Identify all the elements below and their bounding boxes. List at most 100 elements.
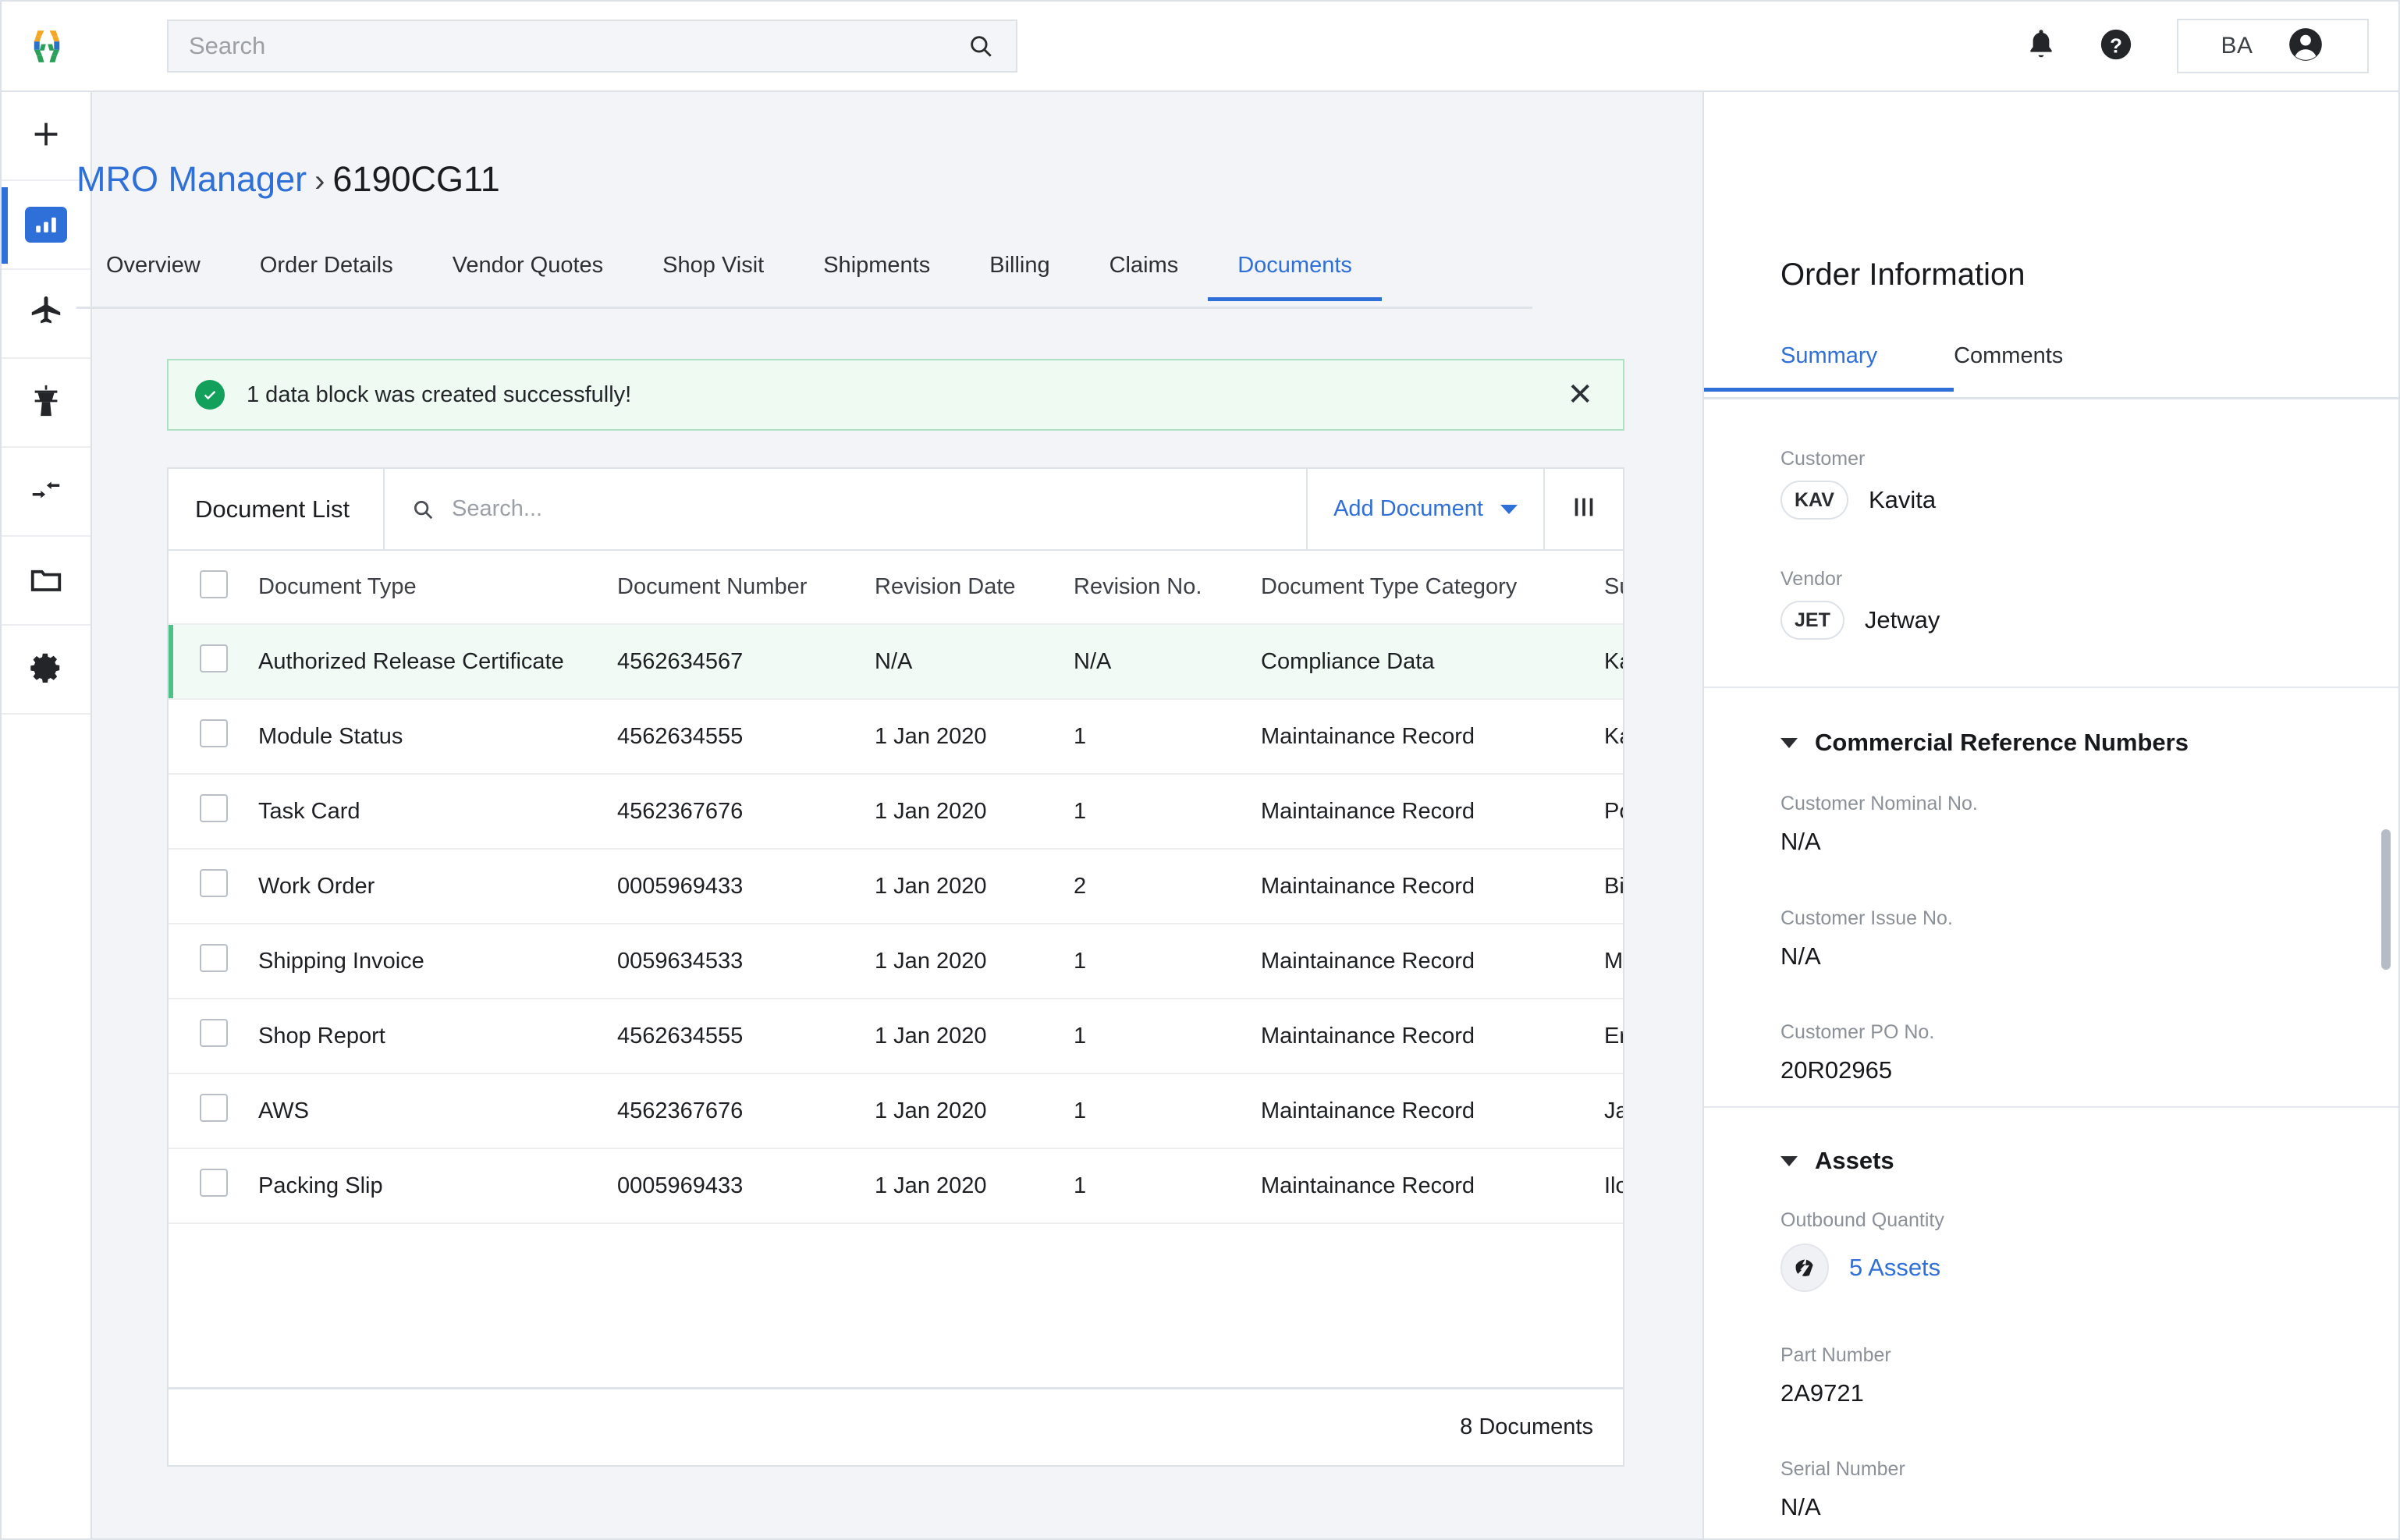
assets-count-link[interactable]: 5 Assets xyxy=(1849,1254,1940,1282)
customer-issue-no-value: N/A xyxy=(1780,942,1821,970)
cell-document-type: Task Card xyxy=(258,774,617,850)
airplane-icon xyxy=(28,294,64,334)
app-window: ? BA xyxy=(0,0,2400,1540)
plus-icon xyxy=(28,116,64,156)
user-initials: BA xyxy=(2221,33,2253,59)
cell-revision-date: 1 Jan 2020 xyxy=(875,849,1074,924)
table-body: Authorized Release Certificate 456263456… xyxy=(169,624,1623,1224)
cell-document-category: Maintainance Record xyxy=(1261,1148,1604,1224)
row-checkbox[interactable] xyxy=(200,944,228,972)
row-checkbox[interactable] xyxy=(200,794,228,822)
document-count-footer: 8 Documents xyxy=(169,1387,1623,1465)
tab-shipments[interactable]: Shipments xyxy=(793,245,960,299)
table-row[interactable]: Shipping Invoice 0059634533 1 Jan 2020 1… xyxy=(169,924,1623,999)
commercial-section-header[interactable]: Commercial Reference Numbers xyxy=(1780,729,2189,757)
panel-vertical-scrollbar[interactable] xyxy=(2381,829,2391,970)
table-row[interactable]: Module Status 4562634555 1 Jan 2020 1 Ma… xyxy=(169,699,1623,775)
help-button[interactable]: ? xyxy=(2079,9,2153,83)
document-search[interactable] xyxy=(385,469,1308,549)
part-number-label: Part Number xyxy=(1780,1344,1891,1366)
tab-claims[interactable]: Claims xyxy=(1080,245,1209,299)
sidebar-item-settings[interactable] xyxy=(2,626,91,715)
row-checkbox[interactable] xyxy=(200,1169,228,1197)
cell-document-type: Shipping Invoice xyxy=(258,924,617,999)
table-row[interactable]: Shop Report 4562634555 1 Jan 2020 1 Main… xyxy=(169,999,1623,1074)
column-header-document-number[interactable]: Document Number xyxy=(617,551,875,625)
tab-order-details[interactable]: Order Details xyxy=(230,245,423,299)
success-alert: 1 data block was created successfully! ✕ xyxy=(167,359,1624,431)
row-checkbox[interactable] xyxy=(200,869,228,897)
turbine-blade-icon xyxy=(1780,1244,1829,1292)
column-header-revision-no[interactable]: Revision No. xyxy=(1074,551,1261,625)
panel-tab-summary[interactable]: Summary xyxy=(1704,335,1954,392)
row-checkbox[interactable] xyxy=(200,719,228,747)
tab-documents[interactable]: Documents xyxy=(1208,245,1382,301)
cell-document-category: Maintainance Record xyxy=(1261,999,1604,1074)
column-header-submitted-by[interactable]: Subm xyxy=(1604,551,1623,625)
user-menu-button[interactable]: BA xyxy=(2177,19,2369,73)
control-tower-icon xyxy=(28,383,64,423)
breadcrumb-current: 6190CG11 xyxy=(332,159,500,199)
select-all-checkbox[interactable] xyxy=(200,570,228,598)
vendor-row: JET Jetway xyxy=(1780,601,1940,640)
cell-document-number: 4562367676 xyxy=(617,774,875,850)
breadcrumb-parent-link[interactable]: MRO Manager xyxy=(76,159,307,199)
add-document-label: Add Document xyxy=(1333,496,1483,521)
search-icon xyxy=(411,498,435,521)
global-search[interactable] xyxy=(167,20,1017,73)
search-input[interactable] xyxy=(169,21,967,71)
close-icon[interactable]: ✕ xyxy=(1567,379,1593,410)
table-row[interactable]: AWS 4562367676 1 Jan 2020 1 Maintainance… xyxy=(169,1073,1623,1149)
customer-avatar: KAV xyxy=(1780,481,1848,520)
sidebar-item-documents[interactable] xyxy=(2,537,91,626)
sidebar-item-operations[interactable] xyxy=(2,359,91,448)
assets-section-title: Assets xyxy=(1815,1147,1894,1174)
serial-number-label: Serial Number xyxy=(1780,1458,1905,1480)
check-circle-icon xyxy=(195,380,225,410)
cell-document-number: 0059634533 xyxy=(617,924,875,999)
table-row[interactable]: Authorized Release Certificate 456263456… xyxy=(169,624,1623,700)
cell-revision-date: N/A xyxy=(875,624,1074,700)
cell-submitted-by: Mega xyxy=(1604,924,1623,999)
column-header-document-category[interactable]: Document Type Category xyxy=(1261,551,1604,625)
notifications-button[interactable] xyxy=(2004,9,2079,83)
tab-overview[interactable]: Overview xyxy=(76,245,230,299)
chevron-down-icon xyxy=(1500,504,1518,514)
row-select-cell xyxy=(169,624,258,700)
tab-vendor-quotes[interactable]: Vendor Quotes xyxy=(423,245,633,299)
top-bar-actions: ? BA xyxy=(2004,9,2398,83)
serial-number-value: N/A xyxy=(1780,1493,1821,1520)
panel-tab-comments[interactable]: Comments xyxy=(1954,335,2063,389)
outbound-quantity-row: 5 Assets xyxy=(1780,1244,1940,1292)
column-header-document-type[interactable]: Document Type xyxy=(258,551,617,625)
table-row[interactable]: Packing Slip 0005969433 1 Jan 2020 1 Mai… xyxy=(169,1148,1623,1224)
assets-section-header[interactable]: Assets xyxy=(1780,1147,1894,1175)
alert-message: 1 data block was created successfully! xyxy=(247,381,632,407)
tab-billing[interactable]: Billing xyxy=(960,245,1079,299)
table-row[interactable]: Task Card 4562367676 1 Jan 2020 1 Mainta… xyxy=(169,774,1623,850)
transfer-arrows-icon xyxy=(28,472,64,512)
tab-shop-visit[interactable]: Shop Visit xyxy=(633,245,793,299)
customer-po-no-label: Customer PO No. xyxy=(1780,1021,1935,1043)
row-select-cell xyxy=(169,924,258,999)
cell-document-number: 4562367676 xyxy=(617,1073,875,1149)
commercial-section-title: Commercial Reference Numbers xyxy=(1815,729,2189,756)
customer-nominal-no-label: Customer Nominal No. xyxy=(1780,793,1978,814)
sidebar-item-transfers[interactable] xyxy=(2,448,91,537)
column-settings-button[interactable] xyxy=(1545,469,1623,549)
cell-document-number: 0005969433 xyxy=(617,1148,875,1224)
cell-revision-no: N/A xyxy=(1074,624,1261,700)
row-checkbox[interactable] xyxy=(200,1019,228,1047)
company-logo[interactable] xyxy=(2,2,92,91)
row-select-cell xyxy=(169,699,258,775)
table-row[interactable]: Work Order 0005969433 1 Jan 2020 2 Maint… xyxy=(169,849,1623,924)
vendor-avatar: JET xyxy=(1780,601,1844,640)
row-checkbox[interactable] xyxy=(200,644,228,672)
gear-icon xyxy=(28,650,64,690)
row-checkbox[interactable] xyxy=(200,1094,228,1122)
document-search-input[interactable] xyxy=(452,496,1306,522)
add-document-button[interactable]: Add Document xyxy=(1308,469,1545,549)
column-header-revision-date[interactable]: Revision Date xyxy=(875,551,1074,625)
cell-submitted-by: Ermo xyxy=(1604,999,1623,1074)
customer-label: Customer xyxy=(1780,448,1866,470)
